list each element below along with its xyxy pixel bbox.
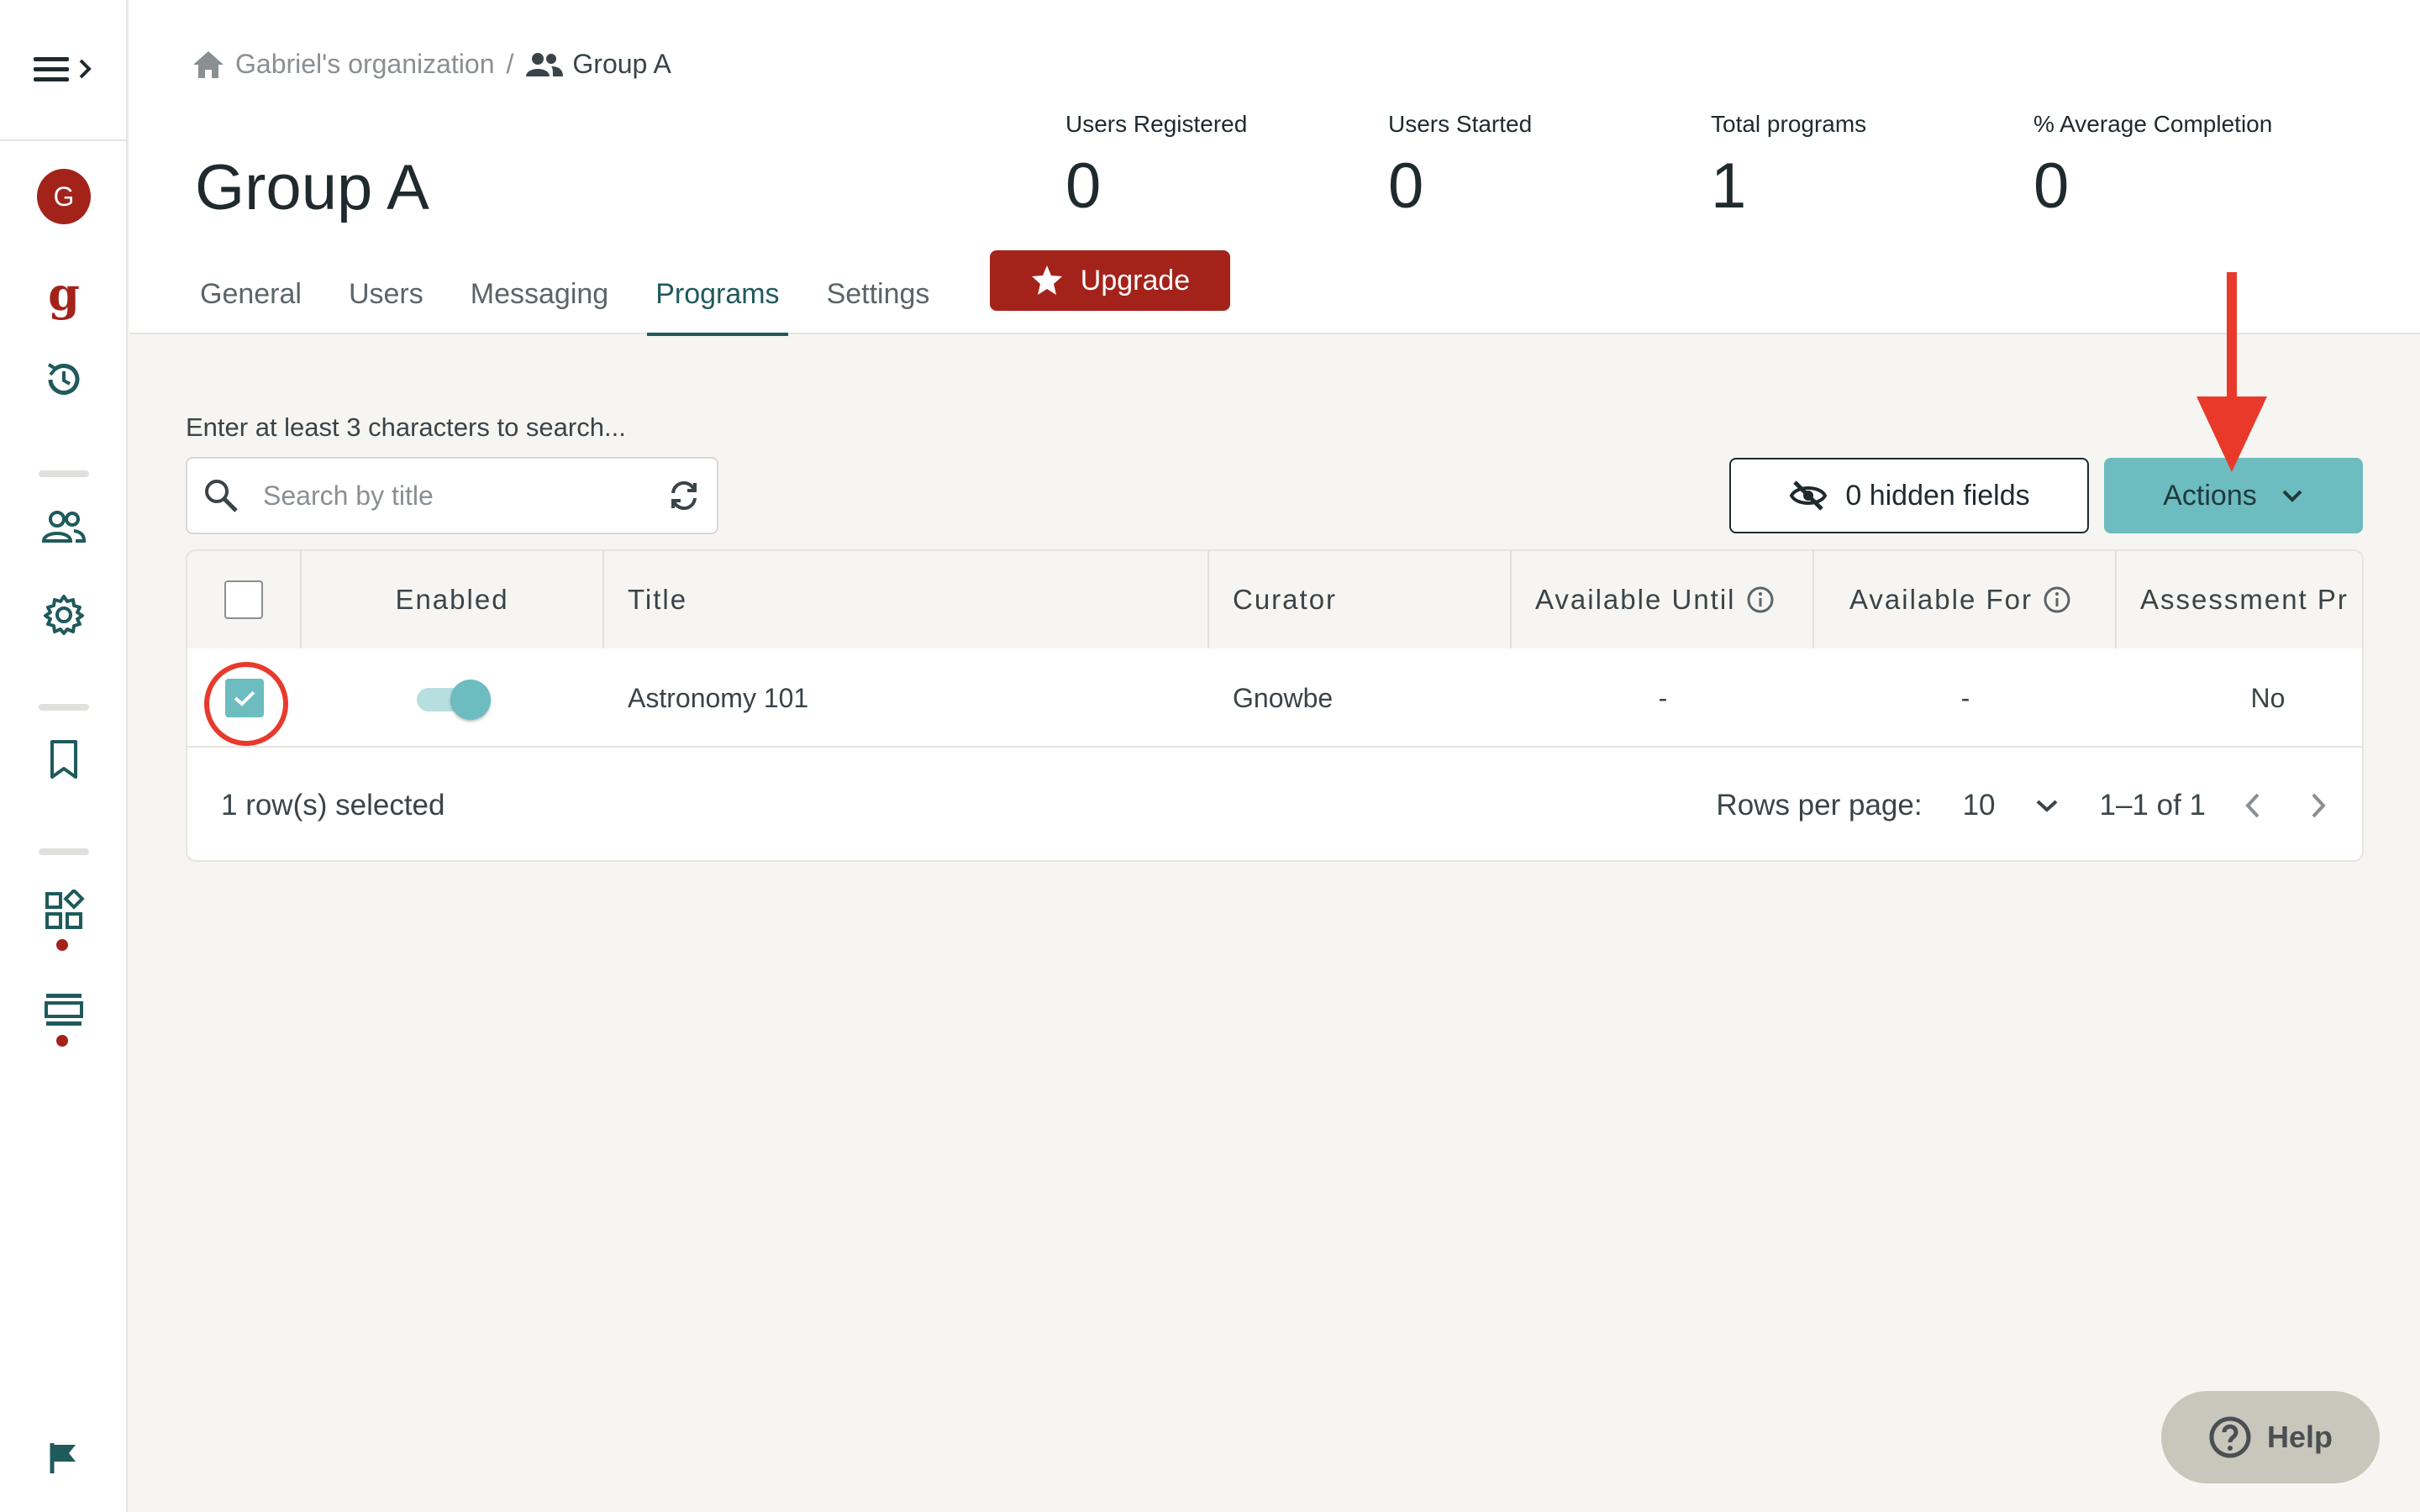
tab-programs[interactable]: Programs xyxy=(647,252,788,336)
info-icon[interactable] xyxy=(1746,585,1775,614)
search-input[interactable] xyxy=(263,480,666,512)
table-footer: 1 row(s) selected Rows per page: 10 1–1 … xyxy=(187,749,2362,860)
page-header: Gabriel's organization / Group A Group A… xyxy=(129,0,2420,336)
tab-users[interactable]: Users xyxy=(340,252,432,336)
column-header-label: Available Until xyxy=(1535,584,1736,615)
available-until-cell: - xyxy=(1658,682,1668,713)
stat-label: Users Registered xyxy=(1065,111,1248,137)
page-range: 1–1 of 1 xyxy=(2099,789,2207,822)
available-for-cell: - xyxy=(1960,682,1970,713)
column-header-title[interactable]: Title xyxy=(604,551,1209,648)
column-header-curator[interactable]: Curator xyxy=(1209,551,1512,648)
select-all-checkbox[interactable] xyxy=(224,580,263,619)
star-icon xyxy=(1031,265,1062,295)
annotation-arrow-icon xyxy=(2196,272,2267,472)
sidebar-separator xyxy=(39,704,89,711)
column-header-available-until[interactable]: Available Until xyxy=(1512,551,1814,648)
home-icon xyxy=(193,50,224,78)
enabled-toggle[interactable] xyxy=(415,680,491,720)
actions-label: Actions xyxy=(2163,479,2257,512)
column-header-label: Available For xyxy=(1849,584,2033,615)
rows-per-page-label: Rows per page: xyxy=(1716,789,1923,822)
table-header: Enabled Title Curator Available Until Av… xyxy=(187,551,2362,648)
stat-label: % Average Completion xyxy=(2033,111,2273,137)
gear-icon[interactable] xyxy=(37,588,91,642)
stat-users-registered: Users Registered 0 xyxy=(1065,111,1247,223)
column-header-available-for[interactable]: Available For xyxy=(1814,551,2117,648)
stat-value: 1 xyxy=(1711,150,1747,222)
column-header-assessment[interactable]: Assessment Pr xyxy=(2117,551,2362,648)
chevron-down-icon xyxy=(2282,490,2302,502)
group-icon xyxy=(526,52,564,76)
apps-grid-icon[interactable] xyxy=(37,884,91,937)
breadcrumb-separator: / xyxy=(506,49,514,79)
tab-messaging[interactable]: Messaging xyxy=(462,252,617,336)
menu-toggle-button[interactable] xyxy=(32,50,99,87)
stat-users-started: Users Started 0 xyxy=(1388,111,1532,223)
hidden-fields-label: 0 hidden fields xyxy=(1845,479,2030,512)
upgrade-button[interactable]: Upgrade xyxy=(990,250,1230,311)
brand-logo-icon[interactable]: g xyxy=(37,267,91,321)
rows-per-page-select[interactable]: 10 xyxy=(1963,789,2060,822)
toggle-knob xyxy=(450,680,491,720)
question-circle-icon xyxy=(2209,1416,2251,1458)
flag-icon[interactable] xyxy=(37,1431,91,1485)
tab-general[interactable]: General xyxy=(192,252,310,336)
column-header-enabled[interactable]: Enabled xyxy=(302,551,604,648)
users-icon[interactable] xyxy=(37,501,91,554)
avatar-letter: G xyxy=(37,169,91,224)
refresh-icon[interactable] xyxy=(666,478,702,513)
eye-off-icon xyxy=(1790,480,1828,511)
sidebar-separator xyxy=(39,848,89,855)
hidden-fields-button[interactable]: 0 hidden fields xyxy=(1729,458,2089,533)
stat-average-completion: % Average Completion 0 xyxy=(2033,111,2272,223)
stat-label: Users Started xyxy=(1388,111,1533,137)
stat-label: Total programs xyxy=(1711,111,1867,137)
pagination: Rows per page: 10 1–1 of 1 xyxy=(1716,749,2328,860)
stat-value: 0 xyxy=(1388,150,1424,222)
upgrade-label: Upgrade xyxy=(1080,264,1191,297)
select-all-cell xyxy=(187,551,302,648)
sidebar-separator xyxy=(39,470,89,477)
tab-bar: General Users Messaging Programs Setting… xyxy=(192,252,968,336)
assessment-cell: No xyxy=(2250,682,2286,713)
chevron-down-icon xyxy=(2036,800,2057,812)
bookmark-icon[interactable] xyxy=(37,732,91,786)
history-icon[interactable] xyxy=(37,353,91,407)
hamburger-menu-icon xyxy=(34,57,92,81)
notification-dot xyxy=(56,1035,68,1047)
brand-letter: g xyxy=(48,267,80,321)
stat-value: 0 xyxy=(2033,150,2070,222)
search-box xyxy=(186,457,718,534)
search-icon xyxy=(205,480,238,512)
selected-count: 1 row(s) selected xyxy=(221,789,445,822)
breadcrumb-current: Group A xyxy=(572,49,671,79)
enabled-cell xyxy=(302,648,604,748)
layout-list-icon[interactable] xyxy=(37,983,91,1037)
search-hint: Enter at least 3 characters to search... xyxy=(186,412,626,442)
breadcrumb-org-link[interactable]: Gabriel's organization xyxy=(235,49,495,80)
sidebar-divider xyxy=(0,139,128,141)
annotation-circle xyxy=(204,662,288,746)
table-row[interactable]: Astronomy 101 Gnowbe - - No xyxy=(187,648,2362,748)
programs-table: Enabled Title Curator Available Until Av… xyxy=(186,549,2364,862)
breadcrumb: Gabriel's organization / Group A xyxy=(192,49,671,80)
chevron-left-icon[interactable] xyxy=(2243,791,2263,820)
rows-per-page-value: 10 xyxy=(1962,789,1996,822)
help-button[interactable]: Help xyxy=(2161,1391,2380,1483)
info-icon[interactable] xyxy=(2043,585,2071,614)
stat-value: 0 xyxy=(1065,150,1102,222)
chevron-right-icon[interactable] xyxy=(2308,791,2328,820)
stat-total-programs: Total programs 1 xyxy=(1711,111,1866,223)
title-cell[interactable]: Astronomy 101 xyxy=(628,648,808,748)
help-label: Help xyxy=(2266,1420,2333,1454)
sidebar: G g xyxy=(0,0,128,1512)
notification-dot xyxy=(56,939,68,951)
user-avatar[interactable]: G xyxy=(37,169,91,224)
curator-cell: Gnowbe xyxy=(1233,682,1334,713)
tab-settings[interactable]: Settings xyxy=(818,252,939,336)
page-title: Group A xyxy=(195,152,429,223)
